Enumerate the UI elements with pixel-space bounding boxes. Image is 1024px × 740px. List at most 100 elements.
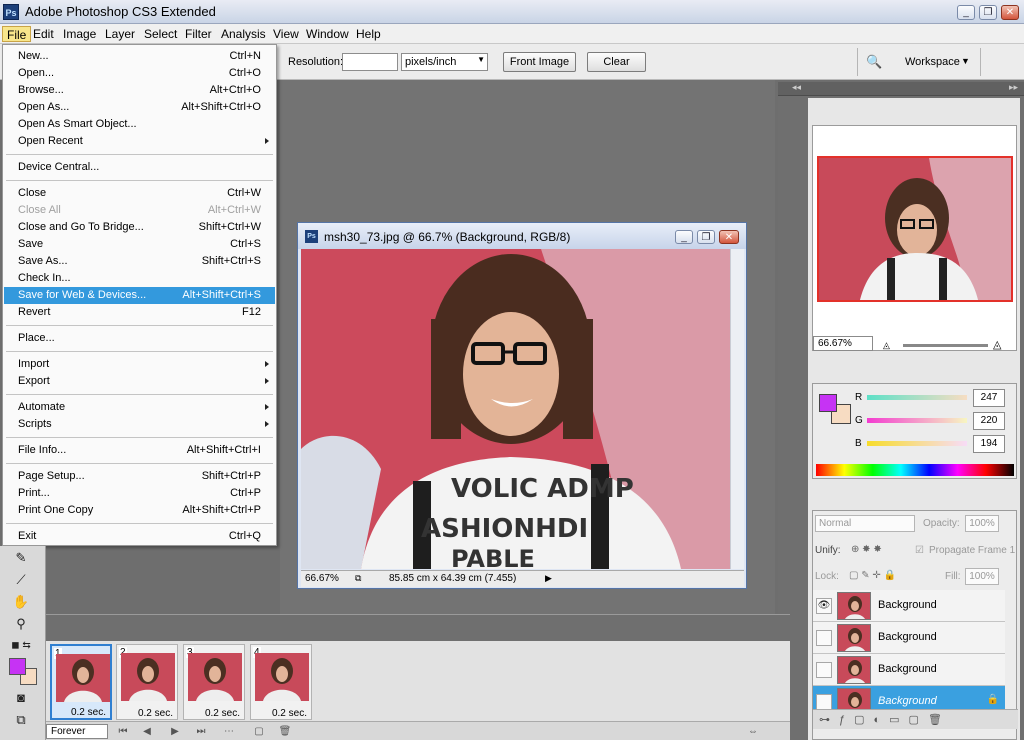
- menu-analysis[interactable]: Analysis: [217, 26, 270, 42]
- blue-value-input[interactable]: 194: [973, 435, 1005, 453]
- menu-item-import[interactable]: Import: [4, 356, 275, 373]
- menu-item-print-one-copy[interactable]: Print One Copy Alt+Shift+Ctrl+P: [4, 502, 275, 519]
- frame-delay-select[interactable]: 0.2 sec.: [138, 708, 173, 719]
- menu-select[interactable]: Select: [140, 26, 181, 42]
- menu-item-scripts[interactable]: Scripts: [4, 416, 275, 433]
- menu-item-place[interactable]: Place...: [4, 330, 275, 347]
- menu-item-new[interactable]: New... Ctrl+N: [4, 48, 275, 65]
- status-icon[interactable]: ⧉: [355, 573, 361, 584]
- blue-slider[interactable]: [867, 441, 967, 446]
- blend-mode-select[interactable]: Normal: [815, 515, 915, 532]
- opacity-input[interactable]: 100%: [965, 515, 999, 532]
- menu-item-revert[interactable]: Revert F12: [4, 304, 275, 321]
- clear-button[interactable]: Clear: [587, 52, 646, 72]
- fill-input[interactable]: 100%: [965, 568, 999, 585]
- quick-mask-icon[interactable]: ◙: [10, 688, 32, 708]
- foreground-color-swatch[interactable]: [9, 658, 26, 675]
- visibility-toggle[interactable]: [816, 694, 832, 710]
- menu-item-print[interactable]: Print... Ctrl+P: [4, 485, 275, 502]
- visibility-toggle[interactable]: [816, 662, 832, 678]
- color-spectrum-bar[interactable]: [816, 464, 1014, 476]
- doc-close-button[interactable]: ✕: [719, 230, 739, 244]
- tween-icon[interactable]: ⋯: [222, 725, 236, 738]
- layer-row[interactable]: 👁 Background: [813, 590, 1005, 622]
- new-frame-icon[interactable]: ▢: [252, 725, 266, 738]
- panel-dock-header[interactable]: ◂◂ ▸▸: [778, 82, 1024, 96]
- menu-edit[interactable]: Edit: [29, 26, 58, 42]
- bridge-icon[interactable]: 🔍: [866, 54, 886, 70]
- layer-row[interactable]: Background: [813, 622, 1005, 654]
- menu-window[interactable]: Window: [302, 26, 353, 42]
- eye-icon[interactable]: 👁: [816, 598, 832, 614]
- restore-button[interactable]: ❐: [979, 5, 997, 20]
- document-title-bar[interactable]: Ps msh30_73.jpg @ 66.7% (Background, RGB…: [298, 223, 746, 249]
- layer-row[interactable]: Background: [813, 654, 1005, 686]
- collapse-icon[interactable]: ◂◂: [792, 82, 801, 93]
- menu-item-open-as-smart-object[interactable]: Open As Smart Object...: [4, 116, 275, 133]
- frame-delay-select[interactable]: 0.2 sec.: [272, 708, 307, 719]
- visibility-toggle[interactable]: [816, 630, 832, 646]
- menu-item-device-central[interactable]: Device Central...: [4, 159, 275, 176]
- red-slider[interactable]: [867, 395, 967, 400]
- resolution-input[interactable]: [342, 53, 398, 71]
- lock-icons[interactable]: ▢ ✎ ✛ 🔒: [849, 570, 896, 581]
- default-colors-icon[interactable]: ◼ ⇆: [10, 636, 32, 656]
- hand-tool-icon[interactable]: ✋: [10, 592, 32, 612]
- menu-image[interactable]: Image: [59, 26, 100, 42]
- menu-file[interactable]: File: [2, 26, 32, 42]
- menu-item-exit[interactable]: Exit Ctrl+Q: [4, 528, 275, 545]
- menu-item-check-in[interactable]: Check In...: [4, 270, 275, 287]
- zoom-out-icon[interactable]: ◬: [883, 340, 890, 351]
- menu-item-close-and-go-to-bridge[interactable]: Close and Go To Bridge... Shift+Ctrl+W: [4, 219, 275, 236]
- delete-frame-icon[interactable]: 🗑: [278, 725, 292, 738]
- navigator-zoom-field[interactable]: 66.67%: [813, 336, 873, 351]
- workspace-menu[interactable]: Workspace: [905, 56, 960, 68]
- eyedropper-tool-icon[interactable]: ⟋: [10, 570, 32, 590]
- loop-options-select[interactable]: Forever: [46, 724, 108, 739]
- menu-item-automate[interactable]: Automate: [4, 399, 275, 416]
- animation-frame[interactable]: 3 0.2 sec.: [183, 644, 245, 720]
- document-zoom-level[interactable]: 66.67%: [305, 573, 339, 584]
- zoom-in-icon[interactable]: ◬: [993, 338, 1001, 351]
- menu-item-open-as[interactable]: Open As... Alt+Shift+Ctrl+O: [4, 99, 275, 116]
- unify-icons[interactable]: ⊕ ✸ ✸: [851, 544, 882, 555]
- document-canvas[interactable]: VOLIC ADMP ASHIONHDI PABLE: [301, 249, 730, 569]
- menu-item-save[interactable]: Save Ctrl+S: [4, 236, 275, 253]
- animation-frame[interactable]: 1 0.2 sec.: [50, 644, 112, 720]
- menu-filter[interactable]: Filter: [181, 26, 216, 42]
- expand-icon[interactable]: ▸▸: [1009, 82, 1018, 93]
- play-icon[interactable]: ▶: [168, 725, 182, 738]
- menu-item-open-recent[interactable]: Open Recent: [4, 133, 275, 150]
- menu-item-page-setup[interactable]: Page Setup... Shift+Ctrl+P: [4, 468, 275, 485]
- menu-item-save-as[interactable]: Save As... Shift+Ctrl+S: [4, 253, 275, 270]
- menu-item-export[interactable]: Export: [4, 373, 275, 390]
- front-image-button[interactable]: Front Image: [503, 52, 576, 72]
- menu-item-browse[interactable]: Browse... Alt+Ctrl+O: [4, 82, 275, 99]
- notes-tool-icon[interactable]: ✎: [10, 548, 32, 568]
- menu-item-close[interactable]: Close Ctrl+W: [4, 185, 275, 202]
- animation-frame[interactable]: 2 0.2 sec.: [116, 644, 178, 720]
- menu-layer[interactable]: Layer: [101, 26, 139, 42]
- menu-help[interactable]: Help: [352, 26, 385, 42]
- foreground-color-swatch[interactable]: [819, 394, 837, 412]
- next-frame-icon[interactable]: ⏭: [194, 725, 208, 738]
- menu-item-save-for-web-devices[interactable]: Save for Web & Devices... Alt+Shift+Ctrl+…: [4, 287, 275, 304]
- convert-timeline-icon[interactable]: ⇔: [746, 725, 760, 738]
- green-slider[interactable]: [867, 418, 967, 423]
- zoom-tool-icon[interactable]: ⚲: [10, 614, 32, 634]
- doc-minimize-button[interactable]: _: [675, 230, 693, 244]
- minimize-button[interactable]: _: [957, 5, 975, 20]
- screen-mode-icon[interactable]: ⧉: [10, 710, 32, 730]
- frame-delay-select[interactable]: 0.2 sec.: [71, 707, 106, 718]
- navigator-zoom-slider[interactable]: [903, 344, 988, 347]
- layer-actions-icons[interactable]: ⊶ƒ▢◐▭▢🗑: [819, 713, 951, 726]
- doc-restore-button[interactable]: ❐: [697, 230, 715, 244]
- vertical-scrollbar[interactable]: [730, 249, 744, 569]
- close-button[interactable]: ✕: [1001, 5, 1019, 20]
- menu-view[interactable]: View: [269, 26, 303, 42]
- previous-frame-icon[interactable]: ◀: [140, 725, 154, 738]
- menu-item-file-info[interactable]: File Info... Alt+Shift+Ctrl+I: [4, 442, 275, 459]
- units-select[interactable]: pixels/inch ▼: [401, 53, 488, 71]
- navigator-preview[interactable]: [817, 156, 1013, 302]
- menu-item-open[interactable]: Open... Ctrl+O: [4, 65, 275, 82]
